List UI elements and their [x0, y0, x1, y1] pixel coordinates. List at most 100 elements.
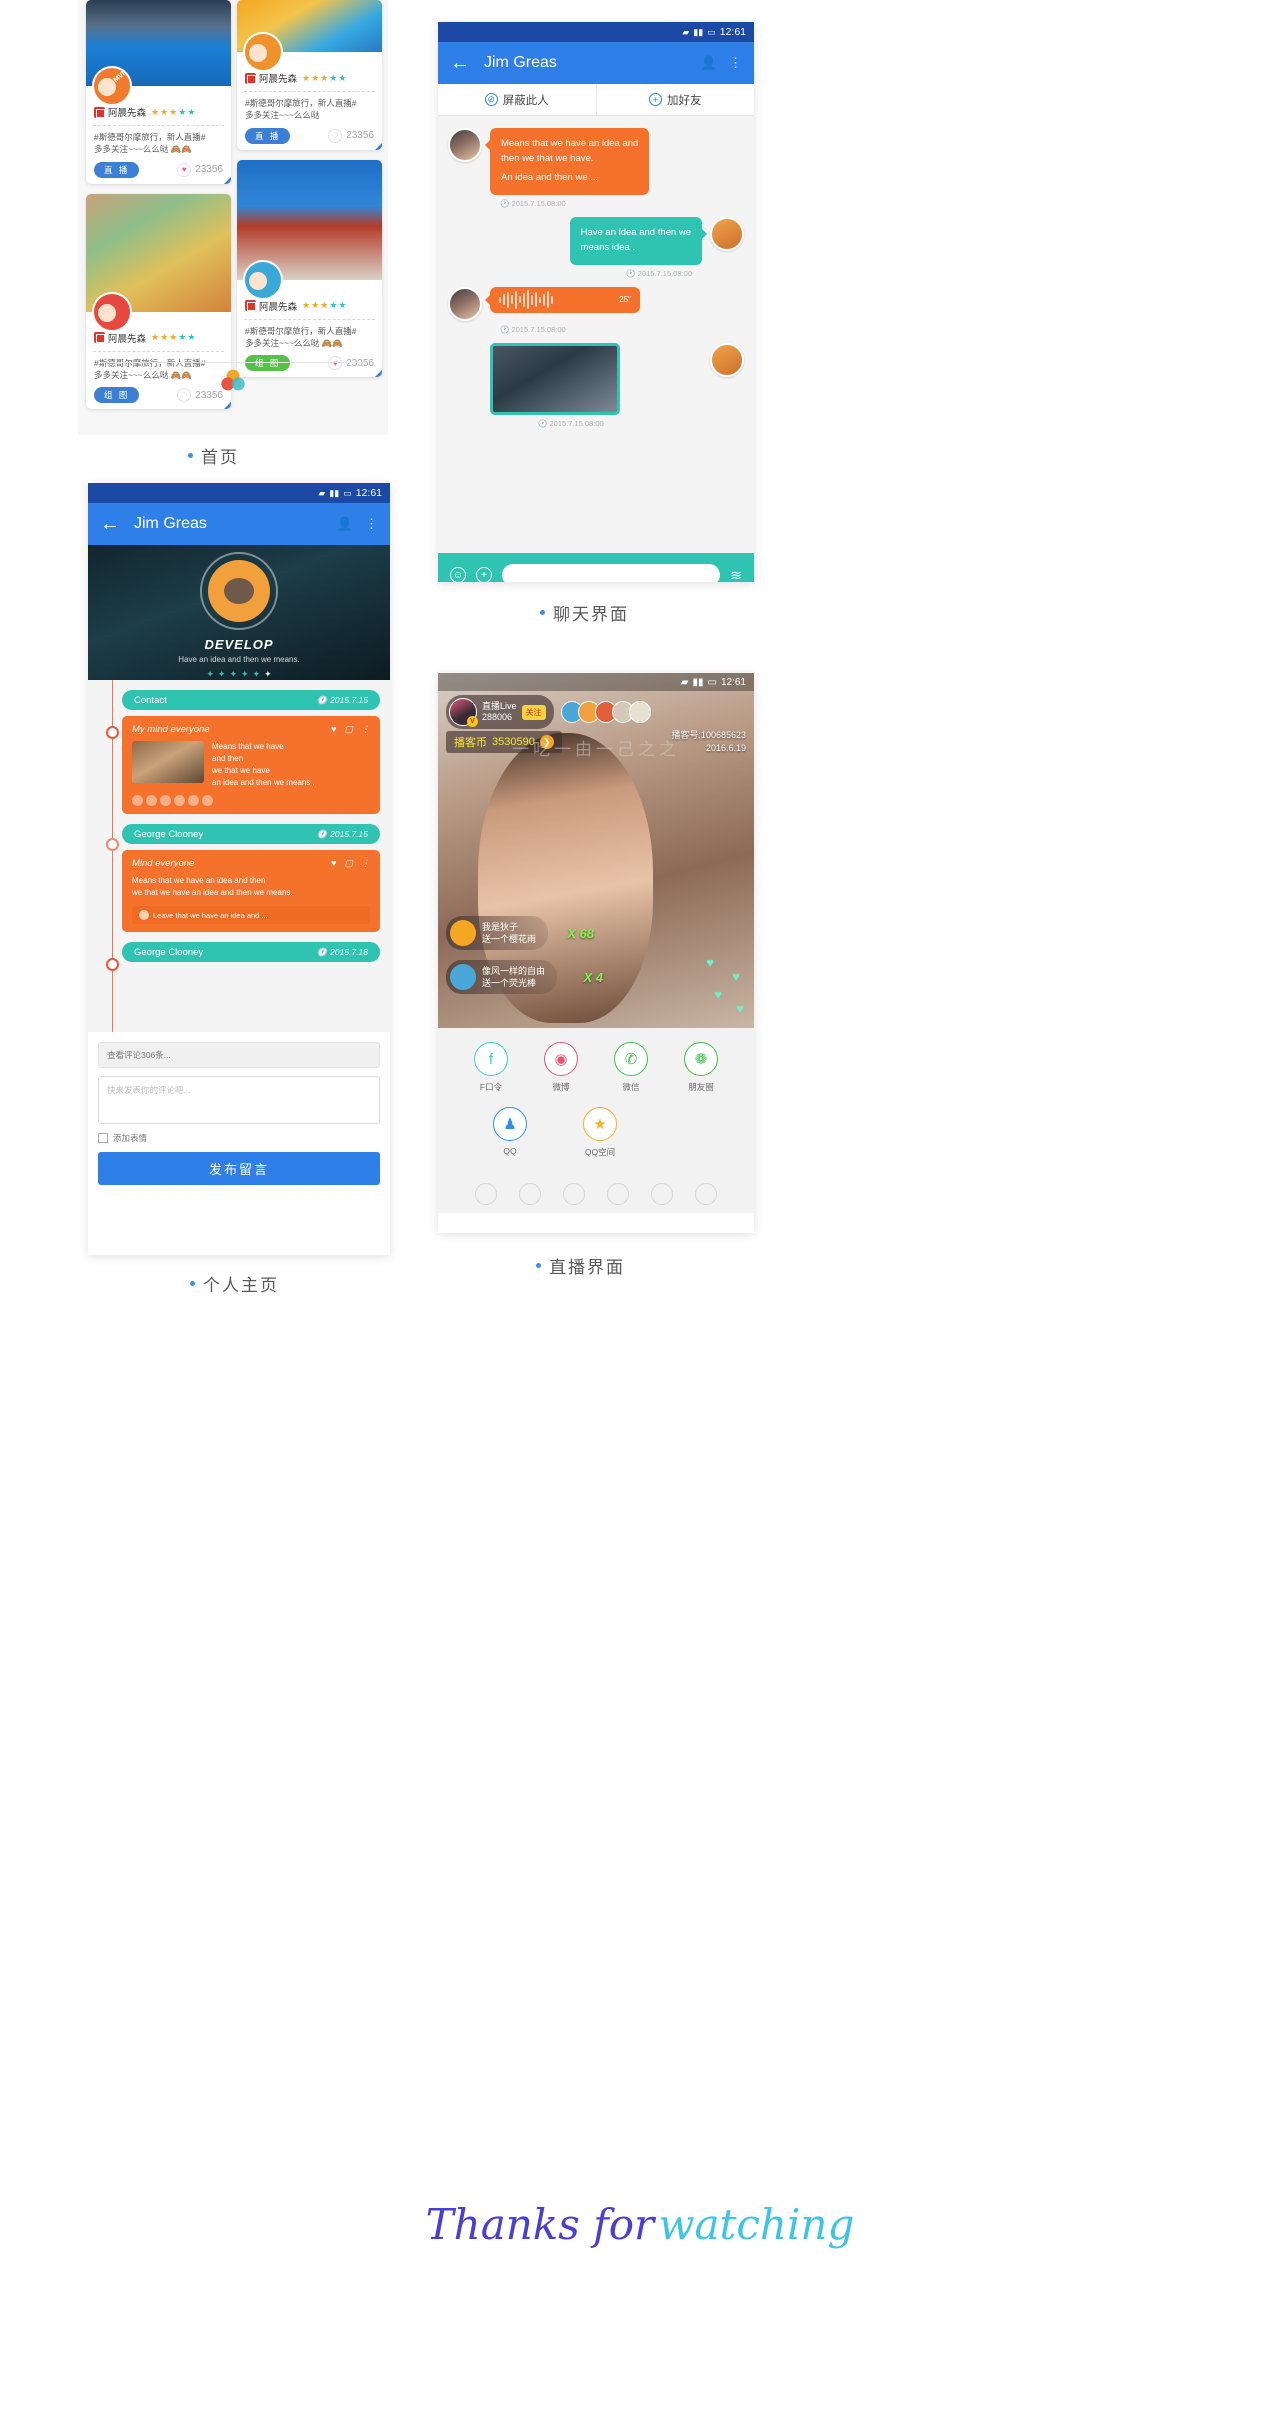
submit-comment-button[interactable]: 发布留言 — [98, 1152, 380, 1185]
post-line: Means that we have — [212, 742, 284, 751]
gift-badge-icon — [94, 106, 105, 118]
card-user-row: 阿晨先森 ★ ★ ★ ★ ★ — [245, 70, 382, 86]
send-icon[interactable]: ≋ — [730, 567, 742, 583]
post-reply[interactable]: Leave that we have an idea and ... — [132, 906, 370, 924]
share-label: F口令 — [479, 1082, 503, 1092]
more-icon[interactable]: ⋮ — [361, 858, 370, 869]
more-icon[interactable]: ⋮ — [361, 724, 370, 735]
share-item-qzone[interactable]: ★ QQ空间 — [572, 1107, 628, 1158]
voice-message[interactable]: 25" — [485, 286, 640, 313]
battery-icon: ▭ — [707, 26, 716, 37]
timeline-header[interactable]: Contact 🕐 2015.7.15 — [122, 690, 380, 710]
share-item-qq[interactable]: ♟ QQ — [482, 1107, 538, 1158]
follow-button[interactable]: 关注 — [521, 704, 546, 720]
emoji-icon[interactable]: ☺ — [450, 567, 466, 582]
chat-message-list[interactable]: Means that we have an idea and then we t… — [438, 116, 754, 553]
status-bar: ▰ ▮▮ ▭ 12:61 — [438, 22, 754, 42]
home-column-right: 阿晨先森 ★ ★ ★ ★ ★ #斯德哥尔摩旅行，新人直播# 多多关注~~~么么哒 直 播… — [237, 0, 382, 409]
like-counter[interactable]: ♥ 23356 — [328, 356, 374, 371]
viewer-avatars[interactable] — [560, 701, 651, 723]
home-card[interactable]: 阿晨先森 ★ ★ ★ ★ ★ #斯德哥尔摩旅行，新人直播# 多多关注~~~么么哒 🙈🙈 … — [86, 193, 231, 410]
plus-icon[interactable]: + — [476, 567, 492, 582]
post-image[interactable] — [132, 741, 204, 783]
image-message[interactable] — [490, 342, 620, 415]
share-row-secondary: ♟ QQ ★ QQ空间 — [438, 1107, 754, 1158]
share-item-wechat[interactable]: ✆ 微信 — [603, 1042, 659, 1093]
share-label: 微博 — [552, 1082, 570, 1092]
avatar[interactable] — [92, 291, 132, 332]
live-tag-button[interactable]: 直 播 — [94, 161, 140, 178]
timeline-header[interactable]: George Clooney 🕐 2015.7.18 — [122, 942, 380, 962]
timeline-post[interactable]: Mind everyone ♥ ▢ ⋮ Means that we have a… — [122, 850, 380, 932]
more-icon[interactable]: ⋮ — [365, 516, 378, 532]
home-card[interactable]: 阿晨先森 ★ ★ ★ ★ ★ #斯德哥尔摩旅行，新人直播# 多多关注~~~么么哒 直 播… — [237, 0, 382, 150]
gift-user: 像风一样的自由 — [482, 965, 546, 976]
timeline-post[interactable]: My mind everyone ♥ ▢ ⋮ Means that we hav… — [122, 716, 380, 814]
host-chip[interactable]: V 直播Live 288006 关注 — [446, 695, 554, 729]
comment-icon[interactable]: ▢ — [344, 858, 353, 869]
heart-icon[interactable]: ♥ — [331, 858, 336, 869]
more-icon[interactable]: ⋮ — [729, 55, 742, 71]
share-item-moments[interactable]: ❁ 朋友圈 — [673, 1042, 729, 1093]
viewer-avatar[interactable] — [628, 701, 651, 723]
heart-icon: ♡ — [177, 388, 192, 403]
user-name: 阿晨先森 — [108, 108, 147, 119]
add-emoji-button[interactable]: 添加表情 — [98, 1132, 380, 1144]
share-item-fkouling[interactable]: f F口令 — [463, 1042, 519, 1093]
desc-line-2: 多多关注~~~么么哒 🙈🙈 — [245, 337, 343, 348]
wechat-icon: ✆ — [614, 1042, 648, 1076]
avatar[interactable] — [243, 32, 283, 72]
view-comments-button[interactable]: 查看评论306条... — [98, 1042, 380, 1068]
avatar[interactable] — [208, 559, 270, 622]
timeline-node — [106, 958, 119, 971]
avatar[interactable] — [448, 128, 482, 162]
like-counter[interactable]: ♡ 23356 — [328, 128, 374, 143]
battery-icon: ▭ — [343, 487, 352, 498]
timeline-header[interactable]: George Clooney 🕐 2015.7.15 — [122, 824, 380, 844]
timestamp-text: 2015.7.15 — [330, 695, 368, 705]
home-card[interactable]: 阿晨先森 ★ ★ ★ ★ ★ #斯德哥尔摩旅行，新人直播# 多多关注~~~么么哒 🙈🙈 … — [237, 159, 382, 378]
post-title: My mind everyone — [132, 724, 210, 735]
ghost-icon — [475, 1183, 497, 1205]
back-icon[interactable]: ← — [450, 53, 470, 73]
chat-caption: 聊天界面 — [540, 600, 629, 625]
avatar[interactable] — [710, 342, 744, 377]
avatar[interactable]: MVP — [92, 66, 132, 106]
avatar[interactable] — [710, 217, 744, 252]
chat-input-field[interactable] — [502, 564, 721, 582]
weibo-icon: ◉ — [544, 1042, 578, 1076]
profile-rating: ✦ ✦ ✦ ✦ ✦ ✦ — [206, 668, 272, 679]
home-card[interactable]: MVP 阿晨先森 ★ ★ ★ ★ ★ #斯德哥尔摩旅行，新人直播# 多多关注~~~么么哒… — [86, 0, 231, 184]
caption-text: 直播界面 — [549, 1258, 625, 1277]
avatar[interactable]: V — [449, 698, 478, 727]
back-icon[interactable]: ← — [100, 514, 120, 534]
comment-icon[interactable]: ▢ — [344, 724, 353, 735]
share-label: 微信 — [622, 1082, 640, 1092]
avatar[interactable] — [448, 286, 482, 321]
group-tag-button[interactable]: 组 图 — [94, 387, 140, 404]
timeline-label: George Clooney — [134, 946, 204, 958]
comment-input[interactable]: 快来发表你的评论吧... — [98, 1076, 380, 1124]
desc-line-2: 多多关注~~~么么哒 — [245, 110, 320, 121]
tab-add-friend[interactable]: + 加好友 — [595, 84, 755, 115]
caption-text: 首页 — [201, 448, 239, 467]
profile-timeline[interactable]: Contact 🕐 2015.7.15 My mind everyone ♥ ▢… — [88, 680, 390, 1032]
rating-stars: ★ ★ ★ ★ ★ — [151, 332, 196, 343]
ghost-icon — [519, 1183, 541, 1205]
group-tag-button[interactable]: 组 图 — [245, 355, 291, 372]
post-emoji-row — [132, 795, 370, 806]
heart-icon[interactable]: ♥ — [331, 724, 336, 735]
rating-stars: ★ ★ ★ ★ ★ — [151, 106, 196, 117]
like-counter[interactable]: ♥ 23356 — [177, 162, 223, 177]
live-tag-button[interactable]: 直 播 — [245, 127, 291, 144]
like-counter[interactable]: ♡ 23356 — [177, 388, 223, 403]
avatar[interactable] — [243, 259, 283, 300]
message-bubble[interactable]: Means that we have an idea and then we t… — [484, 128, 650, 196]
contact-icon[interactable]: 👤 — [701, 55, 717, 71]
contact-icon[interactable]: 👤 — [337, 516, 353, 532]
message-bubble[interactable]: Have an idea and then we means idea . — [569, 217, 708, 265]
live-video-area[interactable]: ▰ ▮▮ ▭ 12:61 V 直播Live 288006 关注 播客币 3530… — [438, 673, 754, 1028]
share-item-weibo[interactable]: ◉ 微博 — [533, 1042, 589, 1093]
tab-block-user[interactable]: ⊘ 屏蔽此人 — [438, 84, 596, 115]
wifi-icon: ▰ — [318, 487, 326, 498]
